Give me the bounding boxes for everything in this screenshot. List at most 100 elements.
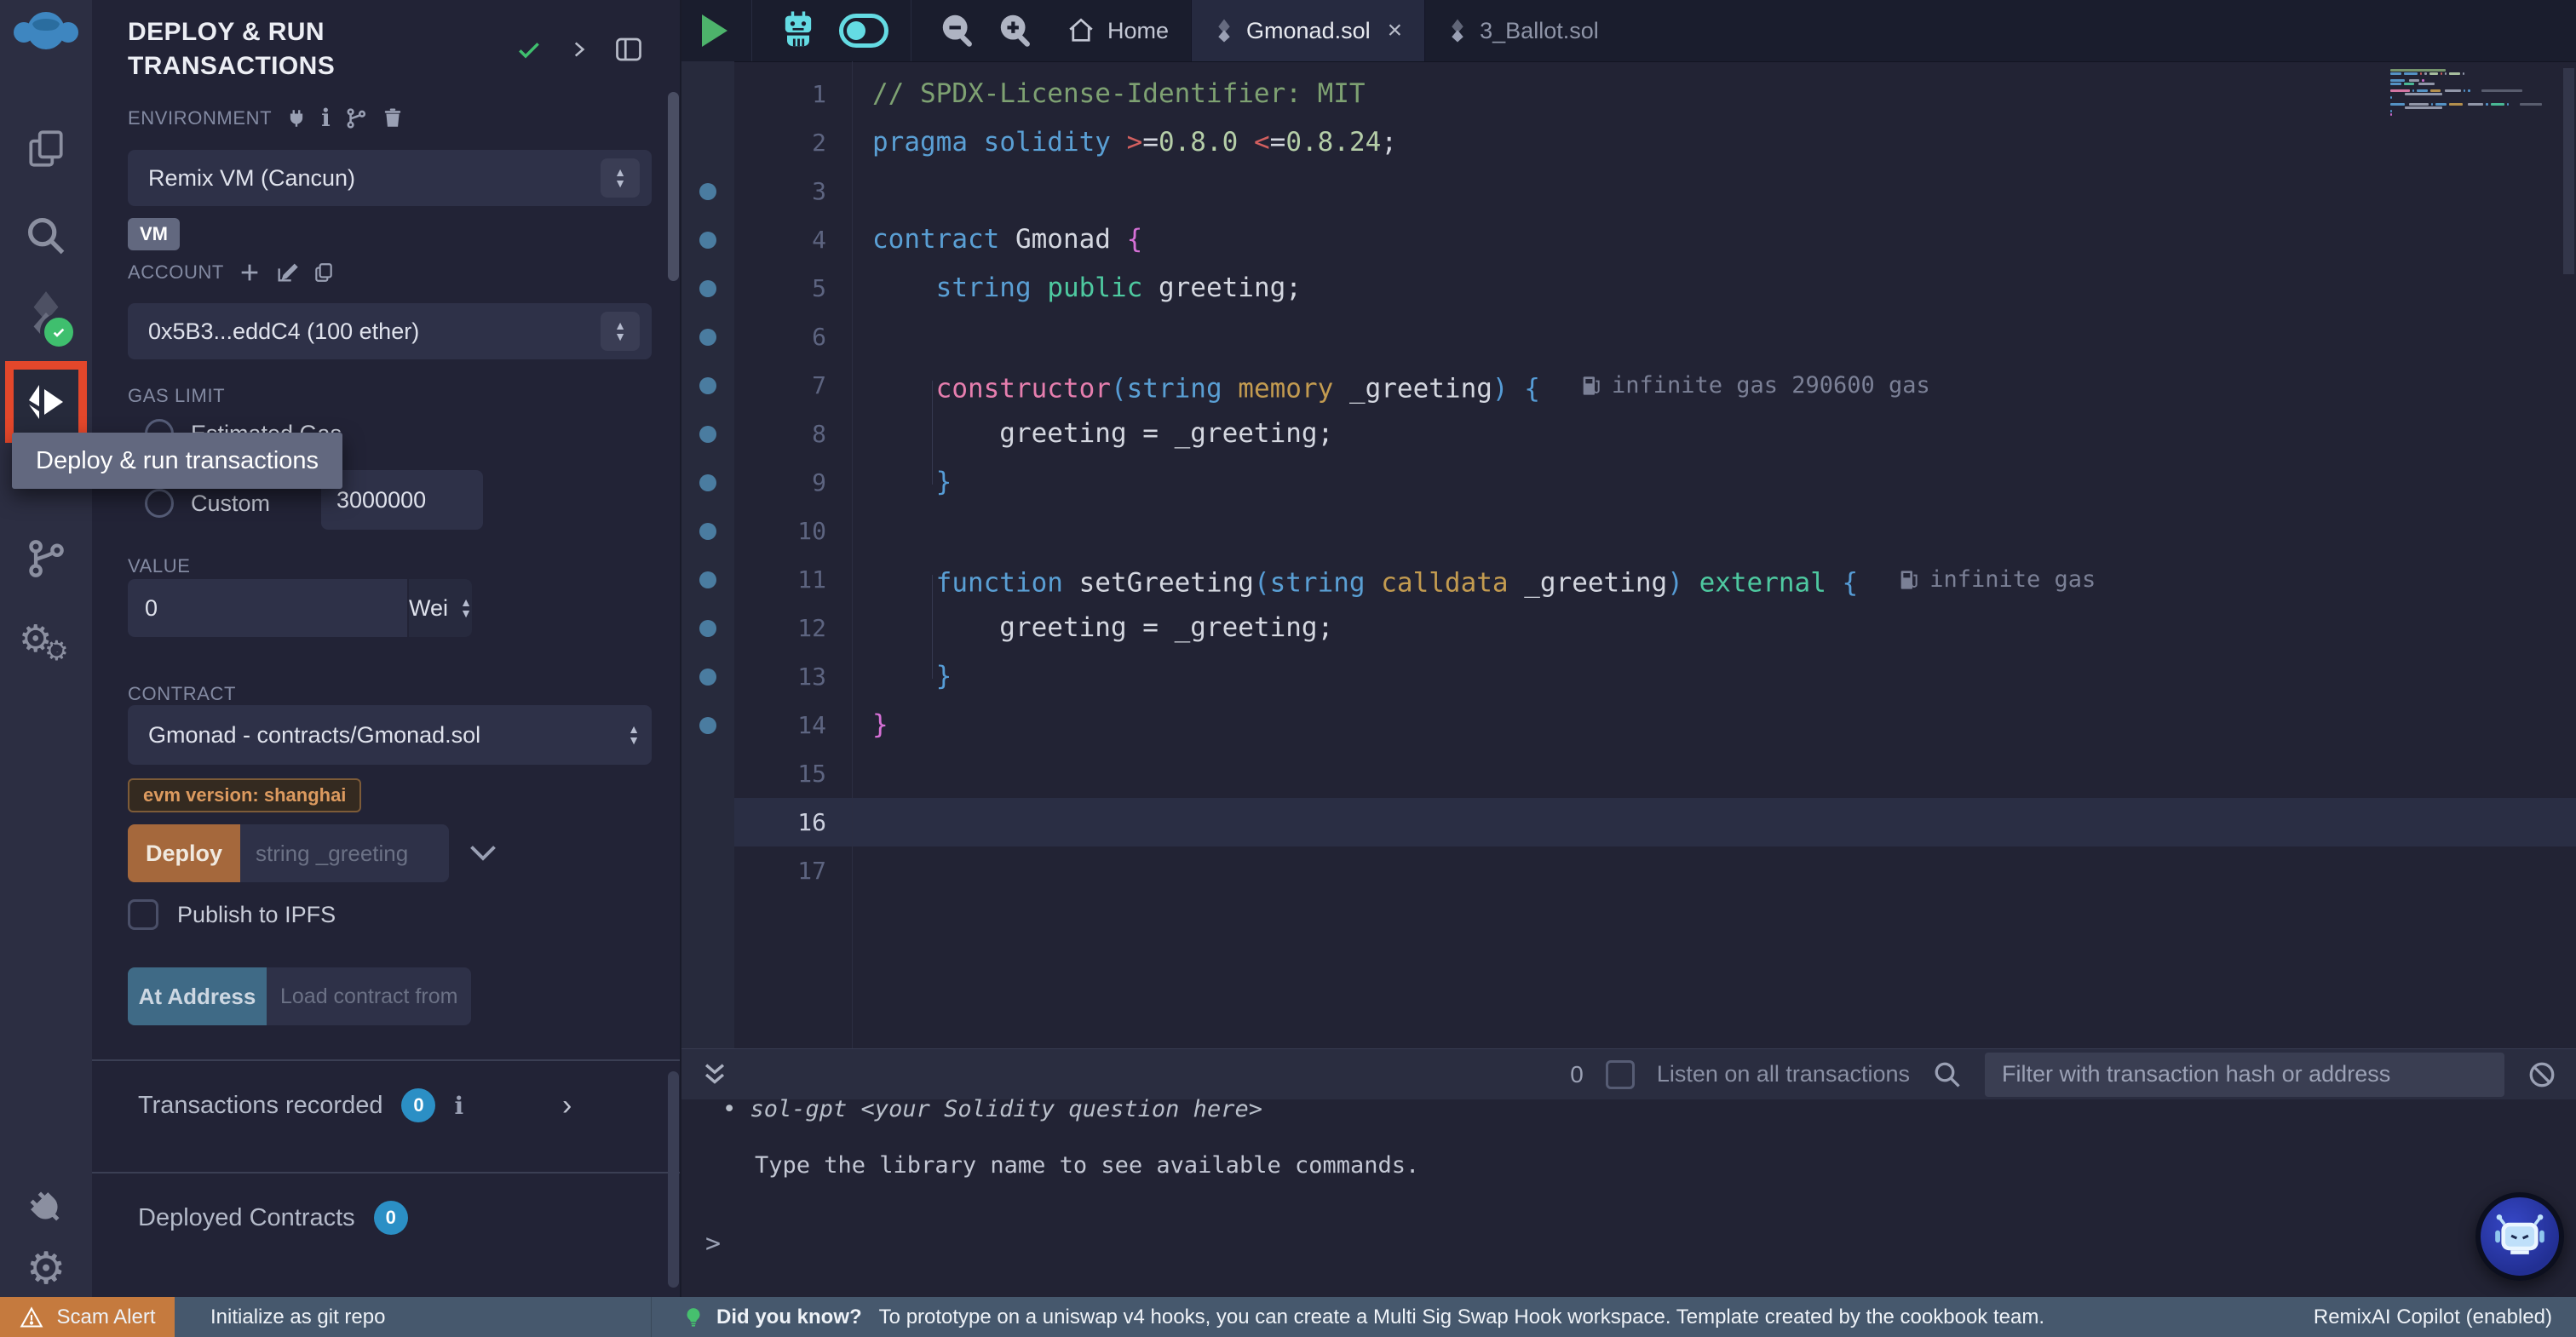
line-number[interactable]: 12 [716,614,852,642]
line-number[interactable]: 16 [716,808,852,836]
line-number[interactable]: 3 [716,177,852,205]
expand-chevron-icon[interactable]: › [562,1089,572,1122]
tab-ballot-sol[interactable]: 3_Ballot.sol [1425,0,1621,61]
code-line-9[interactable]: } [872,458,2380,507]
tab-gmonad-sol[interactable]: Gmonad.sol × [1191,0,1425,61]
code-line-5[interactable]: string public greeting; [872,264,2380,313]
line-number[interactable]: 7 [716,371,852,399]
tab-home[interactable]: Home [1044,0,1191,61]
file-explorer-icon[interactable] [0,126,92,172]
line-number[interactable]: 4 [716,226,852,254]
at-address-button[interactable]: At Address [128,967,267,1025]
code-editor[interactable]: 1234567891011121314151617 // SPDX-Licens… [681,61,2576,1048]
modified-line-marker[interactable] [699,232,716,249]
info-icon[interactable]: i [321,104,331,132]
line-number[interactable]: 14 [716,711,852,739]
line-number[interactable]: 9 [716,468,852,496]
transactions-recorded-row[interactable]: Transactions recorded 0 i › [92,1061,680,1150]
modified-line-marker[interactable] [699,717,716,734]
code-line-4[interactable]: contract Gmonad { [872,215,2380,264]
panel-check-icon[interactable] [513,36,545,63]
code-line-16[interactable] [872,798,2380,846]
search-icon[interactable] [0,213,92,259]
panel-scrollbar-thumb[interactable] [668,92,679,281]
zoom-in-icon[interactable] [997,11,1036,50]
code-line-14[interactable]: } [872,701,2380,749]
contract-select[interactable]: Gmonad - contracts/Gmonad.sol ▲▼ [128,705,652,765]
modified-line-marker[interactable] [699,620,716,637]
ai-robot-icon[interactable] [776,9,820,53]
line-number[interactable]: 1 [716,80,852,108]
copy-account-icon[interactable] [313,261,335,284]
modified-line-marker[interactable] [699,377,716,394]
line-number[interactable]: 6 [716,323,852,351]
expand-constructor-chevron-icon[interactable] [468,842,498,864]
split-panel-icon[interactable] [612,34,646,65]
modified-line-marker[interactable] [699,183,716,200]
value-unit-select[interactable]: Wei ▲▼ [407,579,472,637]
fork-environment-icon[interactable] [344,106,368,130]
code-line-6[interactable] [872,313,2380,361]
line-number[interactable]: 10 [716,517,852,545]
solidity-compiler-icon[interactable] [0,288,92,344]
edit-account-icon[interactable] [275,261,299,284]
code-line-12[interactable]: greeting = _greeting; [872,604,2380,652]
constructor-param-input[interactable] [240,824,449,882]
code-line-1[interactable]: // SPDX-License-Identifier: MIT [872,70,2380,118]
code-line-2[interactable]: pragma solidity >=0.8.0 <=0.8.24; [872,118,2380,167]
code-line-17[interactable] [872,846,2380,895]
modified-line-marker[interactable] [699,523,716,540]
deploy-button[interactable]: Deploy [128,824,240,882]
solidity-unit-testing-icon[interactable]: ⚙⚙▶ [0,622,92,673]
modified-line-marker[interactable] [699,474,716,491]
code-line-13[interactable]: } [872,652,2380,701]
modified-line-marker[interactable] [699,571,716,588]
line-number[interactable]: 2 [716,129,852,157]
at-address-input[interactable] [267,967,471,1025]
minimap[interactable] [2390,68,2545,126]
add-account-icon[interactable] [238,261,262,284]
publish-ipfs-checkbox[interactable] [128,899,158,930]
code-line-8[interactable]: greeting = _greeting; [872,410,2380,458]
copilot-status[interactable]: RemixAI Copilot (enabled) [2314,1297,2576,1337]
transaction-filter-input[interactable] [1985,1053,2504,1097]
custom-gas-option[interactable]: Custom [145,489,270,518]
terminal-prompt[interactable]: > [705,1229,721,1259]
run-script-button[interactable] [702,14,727,47]
deploy-run-icon[interactable] [5,361,87,443]
panel-collapse-chevron-icon[interactable] [567,37,589,62]
init-git-repo-button[interactable]: Initialize as git repo [175,1297,652,1337]
plug-icon[interactable] [285,107,308,129]
value-input[interactable] [128,579,407,637]
code-line-15[interactable] [872,749,2380,798]
modified-line-marker[interactable] [699,426,716,443]
code-line-11[interactable]: function setGreeting(string calldata _gr… [872,555,2380,604]
line-number[interactable]: 13 [716,663,852,691]
environment-select[interactable]: Remix VM (Cancun) ▲▼ [128,150,652,206]
remix-logo[interactable] [0,10,92,60]
line-number[interactable]: 15 [716,760,852,788]
deployed-contracts-row[interactable]: Deployed Contracts 0 [92,1173,680,1262]
listen-transactions-checkbox[interactable] [1606,1060,1635,1089]
modified-line-marker[interactable] [699,329,716,346]
info-icon[interactable]: i [454,1092,463,1120]
line-number[interactable]: 11 [716,565,852,594]
settings-icon[interactable]: ⚙ [0,1245,92,1293]
line-number[interactable]: 8 [716,420,852,448]
modified-line-marker[interactable] [699,280,716,297]
copilot-toggle-icon[interactable] [839,14,888,48]
code-line-3[interactable] [872,167,2380,215]
line-number[interactable]: 17 [716,857,852,885]
clear-terminal-icon[interactable] [2527,1059,2557,1090]
remixai-assistant-button[interactable] [2475,1192,2564,1281]
close-tab-icon[interactable]: × [1388,16,1403,45]
custom-gas-input[interactable] [321,470,483,530]
plugin-manager-icon[interactable] [0,1184,92,1231]
code-line-10[interactable] [872,507,2380,555]
line-number[interactable]: 5 [716,274,852,302]
modified-line-marker[interactable] [699,668,716,686]
custom-gas-radio[interactable] [145,489,174,518]
terminal-output[interactable]: • sol-gpt <your Solidity question here> … [681,1099,2576,1296]
account-select[interactable]: 0x5B3...eddC4 (100 ether) ▲▼ [128,303,652,359]
code-line-7[interactable]: constructor(string memory _greeting) {in… [872,361,2380,410]
